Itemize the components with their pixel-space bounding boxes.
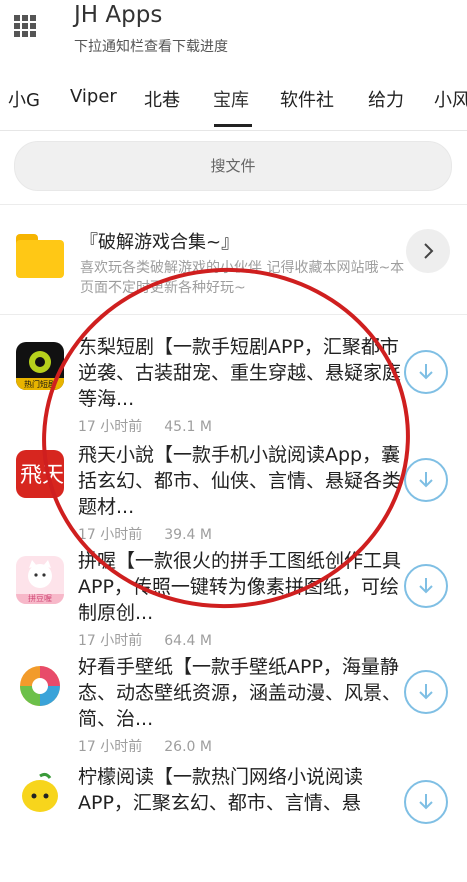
list-item[interactable]: 柠檬阅读【一款热门网络小说阅读APP，汇聚玄幻、都市、言情、悬 [0, 766, 467, 882]
item-size: 26.0 M [164, 739, 212, 755]
list-item[interactable]: 好看手壁纸【一款手壁纸APP，海量静态、动态壁纸资源，涵盖动漫、风景、简、治..… [0, 656, 467, 772]
tab-xiaog[interactable]: 小G [8, 86, 40, 112]
app-icon-dongli: 热门短剧 [16, 342, 64, 390]
download-icon [419, 364, 433, 380]
item-meta: 17 小时前 26.0 M [78, 736, 212, 756]
tab-geili[interactable]: 给力 [368, 86, 404, 112]
item-meta: 17 小时前 39.4 M [78, 524, 212, 544]
item-time: 17 小时前 [78, 739, 143, 755]
download-icon [419, 472, 433, 488]
item-title: 好看手壁纸【一款手壁纸APP，海量静态、动态壁纸资源，涵盖动漫、风景、简、治..… [78, 656, 402, 730]
item-meta: 17 小时前 45.1 M [78, 416, 212, 436]
collection-title: 『破解游戏合集~』 [80, 232, 240, 253]
tab-baoku[interactable]: 宝库 [213, 86, 249, 112]
app-icon-feitian: 飛天 [16, 450, 64, 498]
download-icon [419, 794, 433, 810]
app-icon-lemon [16, 772, 64, 820]
item-time: 17 小时前 [78, 527, 143, 543]
grid-menu-icon[interactable] [14, 15, 36, 37]
tab-viper[interactable]: Viper [70, 86, 117, 107]
download-icon [419, 684, 433, 700]
download-icon [419, 578, 433, 594]
collection-description: 喜欢玩各类破解游戏的小伙伴 记得收藏本网站哦~本页面不定时更新各种好玩~ [80, 260, 405, 296]
active-tab-indicator [214, 124, 252, 127]
chevron-right-button[interactable] [406, 229, 450, 273]
download-button[interactable] [404, 458, 448, 502]
app-header: JH Apps 下拉通知栏查看下载进度 [0, 0, 467, 68]
tab-beixiang[interactable]: 北巷 [144, 86, 180, 112]
download-button[interactable] [404, 780, 448, 824]
item-size: 39.4 M [164, 527, 212, 543]
item-time: 17 小时前 [78, 633, 143, 649]
folder-icon [16, 234, 64, 278]
divider [0, 314, 467, 315]
download-button[interactable] [404, 350, 448, 394]
list-item[interactable]: 热门短剧 东梨短剧【一款手短剧APP，汇聚都市逆袭、古装甜宠、重生穿越、悬疑家庭… [0, 336, 467, 452]
app-icon-pinwo: 拼豆喔 [16, 556, 64, 604]
download-button[interactable] [404, 670, 448, 714]
item-size: 45.1 M [164, 419, 212, 435]
category-tabs: 小G Viper 北巷 宝库 软件社 给力 小风 [0, 72, 467, 131]
chevron-right-icon [424, 243, 434, 259]
item-title: 飛天小說【一款手机小說阅读App，囊括玄幻、都市、仙侠、言情、悬疑各类题材... [78, 444, 402, 518]
tab-xiaofeng[interactable]: 小风 [434, 86, 467, 112]
app-title: JH Apps [74, 2, 163, 28]
item-time: 17 小时前 [78, 419, 143, 435]
list-item[interactable]: 飛天 飛天小說【一款手机小說阅读App，囊括玄幻、都市、仙侠、言情、悬疑各类题材… [0, 444, 467, 560]
app-subtitle: 下拉通知栏查看下载进度 [74, 39, 228, 55]
item-meta: 17 小时前 64.4 M [78, 630, 212, 650]
list-item[interactable]: 拼豆喔 拼喔【一款很火的拼手工图纸创作工具APP，传照一键转为像素拼图纸，可绘制… [0, 550, 467, 666]
item-title: 柠檬阅读【一款热门网络小说阅读APP，汇聚玄幻、都市、言情、悬 [78, 766, 364, 814]
search-placeholder: 搜文件 [210, 157, 256, 175]
item-title: 拼喔【一款很火的拼手工图纸创作工具APP，传照一键转为像素拼图纸，可绘制原创..… [78, 550, 402, 624]
item-title: 东梨短剧【一款手短剧APP，汇聚都市逆袭、古装甜宠、重生穿越、悬疑家庭等海... [78, 336, 402, 410]
divider [0, 204, 467, 205]
item-size: 64.4 M [164, 633, 212, 649]
download-button[interactable] [404, 564, 448, 608]
tab-ruanjianshe[interactable]: 软件社 [280, 86, 334, 112]
search-input[interactable]: 搜文件 [14, 141, 452, 191]
app-icon-wallpaper [16, 662, 64, 710]
